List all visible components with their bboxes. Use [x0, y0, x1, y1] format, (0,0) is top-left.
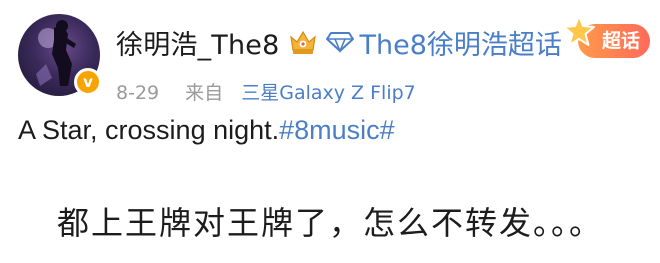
diamond-icon[interactable]: [325, 31, 354, 54]
star-icon: [563, 15, 595, 46]
hashtag-link[interactable]: #8music#: [279, 115, 395, 145]
from-label: 来自: [185, 82, 224, 104]
verified-badge: v: [74, 68, 102, 96]
post-body: A Star, crossing night.#8music#: [18, 115, 395, 146]
crown-icon[interactable]: [288, 28, 318, 56]
avatar[interactable]: v: [18, 14, 102, 96]
supertopic-link[interactable]: The8徐明浩超话: [360, 23, 562, 62]
post-meta: 8-29 来自 三星Galaxy Z Flip7: [116, 78, 416, 105]
chaohua-badge[interactable]: 超话: [562, 14, 654, 62]
post-text: A Star, crossing night.: [18, 115, 280, 145]
caption-text: 都上王牌对王牌了，怎么不转发。。。: [56, 204, 603, 242]
weibo-post-card: v 徐明浩_The8 The8徐明浩超话 超话 8-29 来自 三星Galaxy…: [0, 0, 660, 263]
post-header: 徐明浩_The8 The8徐明浩超话: [116, 22, 562, 62]
device-link[interactable]: 三星Galaxy Z Flip7: [241, 82, 416, 104]
username[interactable]: 徐明浩_The8: [116, 23, 280, 62]
post-date: 8-29: [116, 82, 160, 104]
